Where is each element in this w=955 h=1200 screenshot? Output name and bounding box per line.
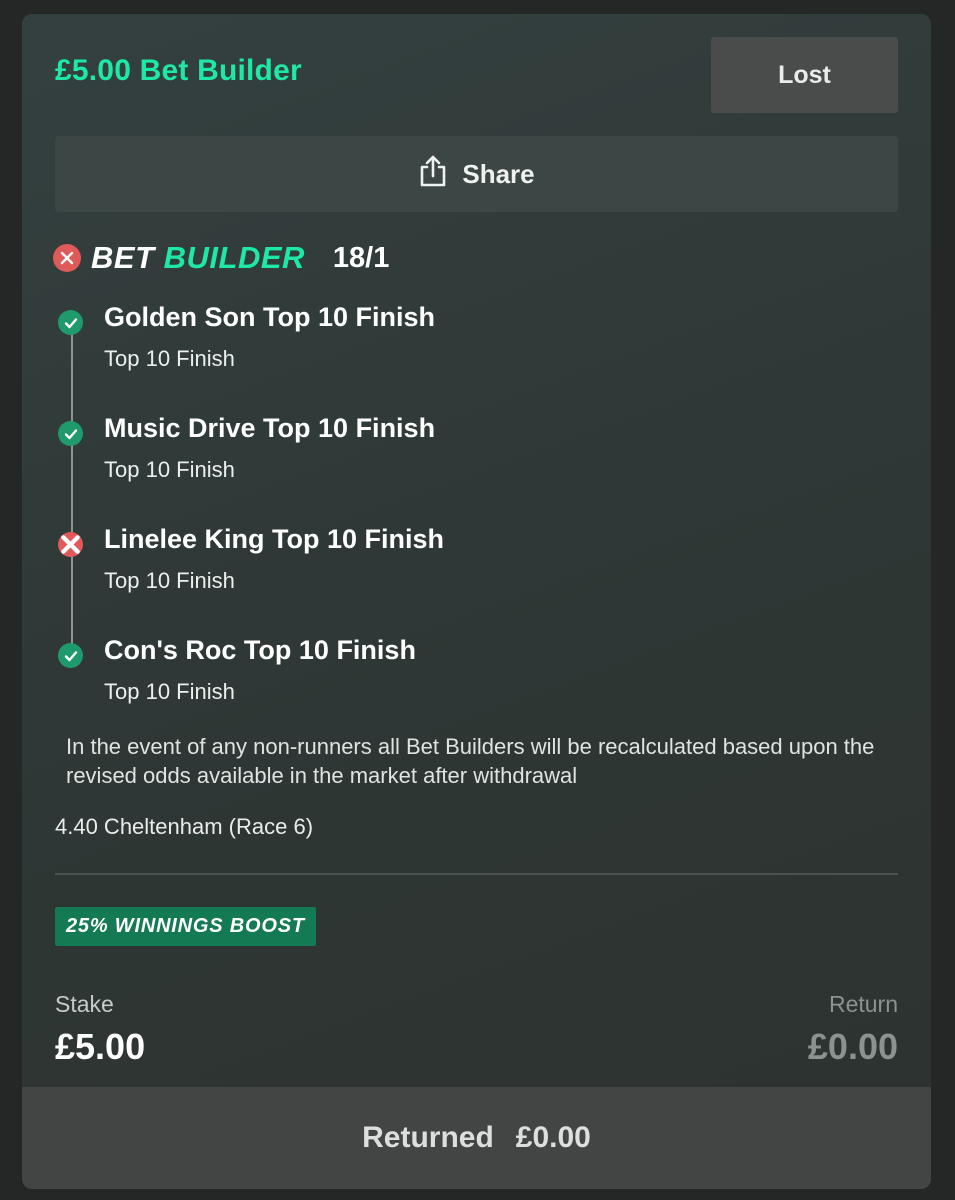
leg-market: Top 10 Finish [104,568,235,593]
bet-status-label: Lost [778,60,831,89]
check-icon [58,310,83,335]
leg-market: Top 10 Finish [104,679,235,704]
winnings-boost-badge: 25% WINNINGS BOOST [55,907,316,946]
bet-odds: 18/1 [332,241,390,274]
returned-footer: Returned £0.00 [22,1087,931,1189]
event-name: 4.40 Cheltenham (Race 6) [55,814,314,839]
check-icon [58,643,83,668]
bet-builder-logo-part2: BUILDER [163,240,305,275]
leg-market: Top 10 Finish [104,346,235,371]
bet-card: £5.00 Bet Builder Lost Share BET BUILDER… [22,14,931,1189]
legs-connector-line [71,332,73,664]
return-value: £0.00 [807,1026,898,1067]
bet-title: £5.00 Bet Builder [55,54,302,87]
returned-label: Returned [362,1121,494,1154]
check-icon [58,421,83,446]
leg-name: Music Drive Top 10 Finish [104,413,436,443]
divider [55,873,898,875]
leg-name: Golden Son Top 10 Finish [104,302,436,332]
bet-builder-logo: BET BUILDER [91,240,305,276]
share-icon [418,154,448,195]
leg-name: Linelee King Top 10 Finish [104,524,445,554]
stake-label: Stake [55,991,114,1017]
returned-value: £0.00 [515,1121,591,1154]
leg-name: Con's Roc Top 10 Finish [104,635,416,665]
bet-builder-header: BET BUILDER 18/1 [53,240,389,276]
leg-market: Top 10 Finish [104,457,235,482]
return-label: Return [828,991,898,1017]
bet-status-button[interactable]: Lost [711,37,898,113]
non-runner-note: In the event of any non-runners all Bet … [66,734,875,788]
bet-builder-logo-part1: BET [91,240,155,275]
close-icon [58,532,83,557]
close-icon [53,244,81,272]
share-button[interactable]: Share [55,136,898,212]
stake-value: £5.00 [55,1026,146,1067]
share-label: Share [462,158,535,189]
